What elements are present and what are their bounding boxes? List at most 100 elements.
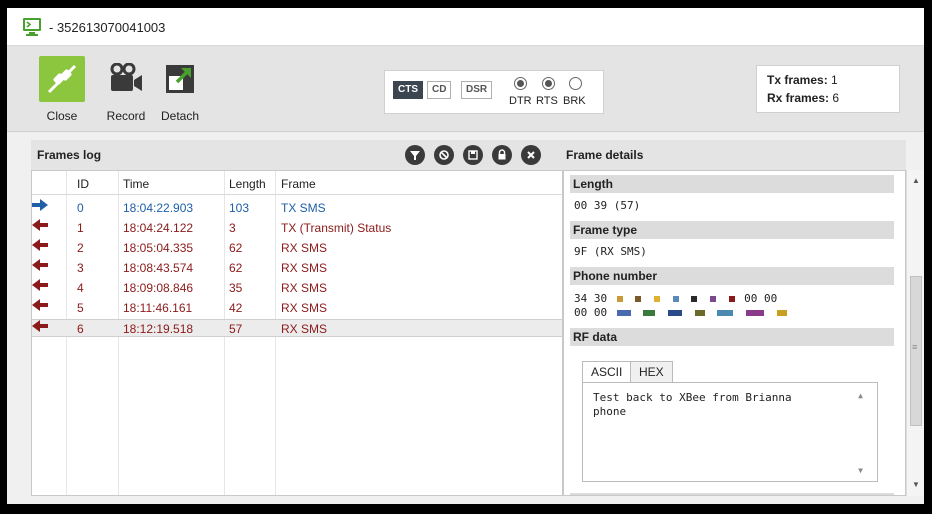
close-button[interactable]: Close [39, 56, 85, 123]
row-id: 3 [77, 261, 84, 275]
length-value: 00 39 (57) [574, 199, 641, 212]
detach-icon [157, 56, 203, 102]
detach-label: Detach [160, 109, 200, 123]
toolbar: Close Record Detach CTS CD DSR DTR RTS B… [7, 46, 924, 132]
table-row[interactable]: 3 18:08:43.574 62 RX SMS [32, 259, 562, 277]
frames-log-title: Frames log [37, 148, 102, 162]
redacted-mark [745, 310, 764, 316]
frames-log-header: Frames log [31, 140, 563, 170]
video-camera-icon [103, 56, 149, 102]
row-length: 42 [229, 301, 243, 315]
scroll-up-icon[interactable]: ▲ [858, 391, 863, 400]
redacted-mark [635, 296, 642, 302]
outgoing-arrow-icon [32, 199, 48, 211]
row-length: 57 [229, 322, 243, 336]
incoming-arrow-icon [32, 219, 48, 231]
rf-data-section-header[interactable]: RF data [570, 328, 894, 346]
rts-toggle[interactable] [542, 77, 555, 90]
title-bar: - 352613070041003 [7, 8, 924, 46]
rf-data-text-area[interactable]: Test back to XBee from Brianna phone ▲ ▼ [582, 382, 878, 482]
rts-label: RTS [536, 95, 558, 107]
table-row[interactable]: 4 18:09:08.846 35 RX SMS [32, 279, 562, 297]
record-label: Record [106, 109, 146, 123]
row-frame: TX SMS [281, 201, 326, 215]
detach-button[interactable]: Detach [157, 56, 203, 123]
dtr-toggle[interactable] [514, 77, 527, 90]
frames-log-table: ID Time Length Frame 0 18:04:22.903 103 TX … [31, 170, 563, 496]
column-header-time[interactable]: Time [123, 177, 149, 191]
brk-toggle[interactable] [569, 77, 582, 90]
column-header-id[interactable]: ID [77, 177, 89, 191]
redacted-mark [776, 310, 787, 316]
table-row[interactable]: 0 18:04:22.903 103 TX SMS [32, 199, 562, 217]
dsr-indicator: DSR [461, 81, 493, 99]
incoming-arrow-icon [32, 259, 48, 271]
incoming-arrow-icon [32, 320, 48, 332]
row-frame: RX SMS [281, 301, 328, 315]
row-time: 18:08:43.574 [123, 261, 194, 275]
row-length: 62 [229, 261, 243, 275]
row-frame: RX SMS [281, 322, 328, 336]
redacted-mark [672, 296, 679, 302]
row-id: 6 [77, 322, 84, 336]
table-row[interactable]: 5 18:11:46.161 42 RX SMS [32, 299, 562, 317]
filter-icon[interactable] [405, 145, 425, 165]
table-row[interactable]: 1 18:04:24.122 3 TX (Transmit) Status [32, 219, 562, 237]
redacted-mark [709, 296, 716, 302]
column-header-length[interactable]: Length [229, 177, 266, 191]
record-button[interactable]: Record [103, 56, 149, 123]
row-frame: TX (Transmit) Status [281, 221, 392, 235]
window-title: - 352613070041003 [49, 20, 166, 35]
redacted-mark [717, 310, 734, 316]
incoming-arrow-icon [32, 299, 48, 311]
table-row[interactable]: 2 18:05:04.335 62 RX SMS [32, 239, 562, 257]
row-id: 1 [77, 221, 84, 235]
serial-signals: CTS CD DSR DTR RTS BRK [384, 70, 604, 114]
phone-number-value: 34 30 00 00 00 00 [574, 292, 790, 319]
tab-ascii[interactable]: ASCII [582, 361, 632, 383]
frame-details-header: Frame details [563, 140, 906, 170]
close-icon[interactable] [521, 145, 541, 165]
unplug-icon [39, 56, 85, 102]
redacted-mark [643, 310, 656, 316]
dtr-label: DTR [509, 95, 532, 107]
next-section-header[interactable] [570, 493, 894, 495]
tx-frames-counter: Tx frames: 1 [767, 73, 838, 87]
frame-counters: Tx frames: 1 Rx frames: 6 [756, 65, 900, 113]
row-id: 0 [77, 201, 84, 215]
row-length: 35 [229, 281, 243, 295]
column-header-frame[interactable]: Frame [281, 177, 316, 191]
tab-hex[interactable]: HEX [630, 361, 673, 383]
frame-details-panel: Length 00 39 (57) Frame type 9F (RX SMS)… [563, 170, 906, 496]
cd-indicator: CD [427, 81, 452, 99]
cts-indicator: CTS [393, 81, 423, 99]
redacted-mark [728, 296, 735, 302]
scroll-down-icon[interactable]: ▼ [912, 480, 920, 489]
row-id: 2 [77, 241, 84, 255]
row-id: 4 [77, 281, 84, 295]
clear-icon[interactable] [434, 145, 454, 165]
row-frame: RX SMS [281, 241, 328, 255]
length-section-header[interactable]: Length [570, 175, 894, 193]
brk-label: BRK [563, 95, 586, 107]
lock-icon[interactable] [492, 145, 512, 165]
table-row[interactable]: 6 18:12:19.518 57 RX SMS [32, 319, 562, 337]
frame-details-title: Frame details [566, 148, 644, 162]
save-icon[interactable] [463, 145, 483, 165]
redacted-mark [694, 310, 705, 316]
scroll-up-icon[interactable]: ▲ [912, 176, 920, 185]
redacted-mark [654, 296, 660, 302]
row-time: 18:09:08.846 [123, 281, 194, 295]
details-scrollbar[interactable]: ▲ ≡ ▼ [906, 170, 924, 496]
frame-type-section-header[interactable]: Frame type [570, 221, 894, 239]
row-length: 3 [229, 221, 236, 235]
row-time: 18:04:24.122 [123, 221, 194, 235]
row-length: 62 [229, 241, 243, 255]
phone-number-section-header[interactable]: Phone number [570, 267, 894, 285]
row-length: 103 [229, 201, 250, 215]
redacted-mark [616, 296, 623, 302]
scroll-down-icon[interactable]: ▼ [858, 466, 863, 475]
redacted-mark [616, 310, 631, 316]
incoming-arrow-icon [32, 279, 48, 291]
grip-icon: ≡ [912, 342, 918, 352]
